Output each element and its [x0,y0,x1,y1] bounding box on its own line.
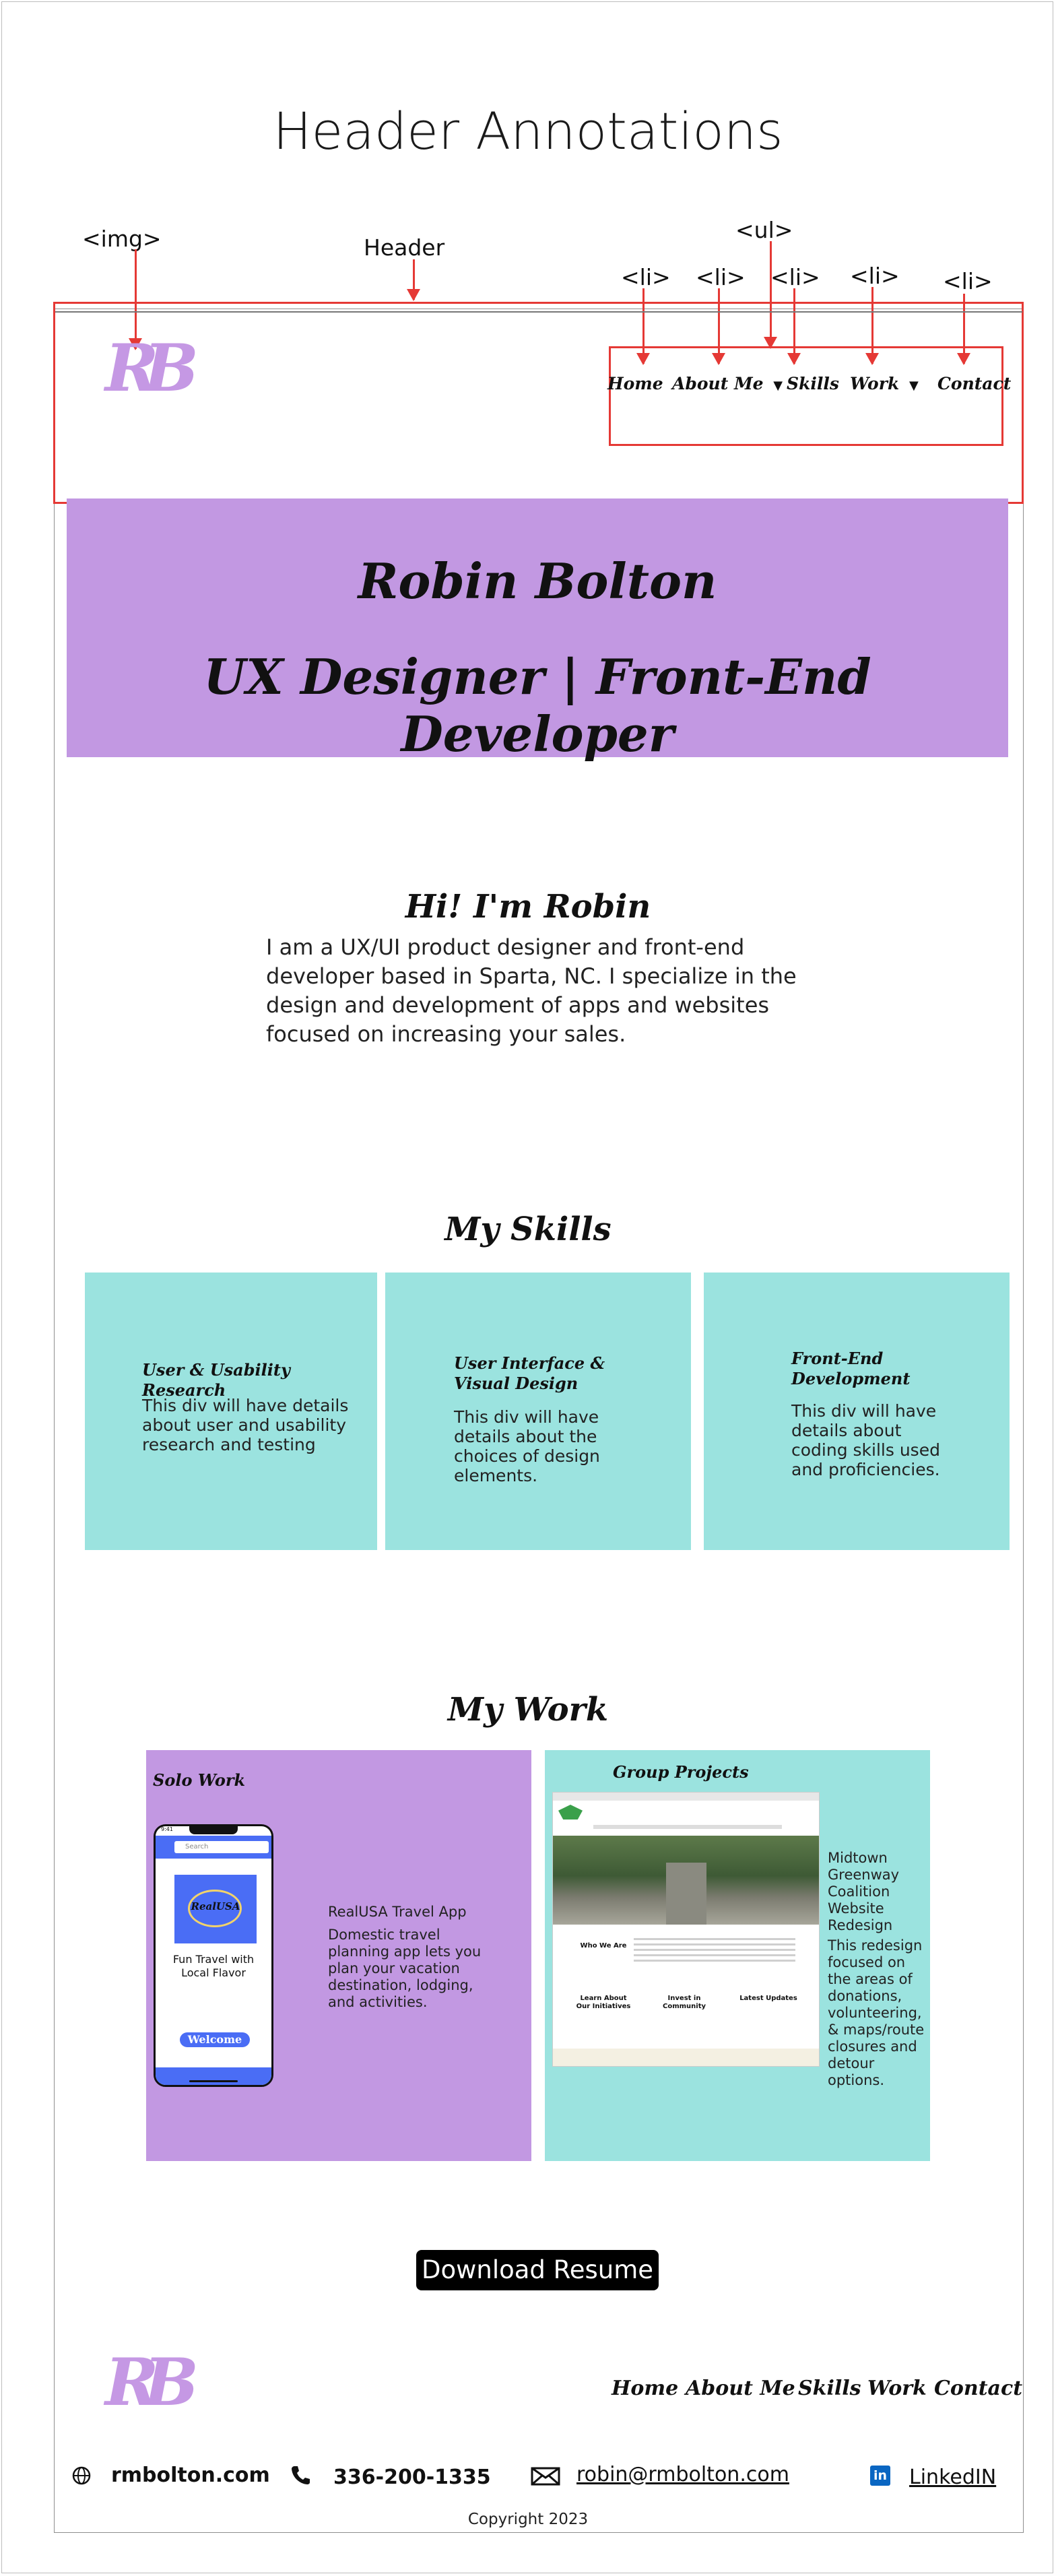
annotation-li-label: <li> [943,268,993,294]
phone-tagline: Fun Travel with Local Flavor [172,1953,255,1979]
download-resume-button[interactable]: Download Resume [416,2250,659,2290]
skill-card-visual-design: User Interface & Visual Design This div … [385,1273,691,1550]
annotation-li-label: <li> [696,264,746,290]
footer-logo[interactable]: RB [105,2344,199,2420]
envelope-icon [531,2467,560,2486]
group-project-title: Midtown Greenway Coalition Website Redes… [828,1850,900,1933]
site-updates: Latest Updates [739,1995,797,2002]
intro-heading: Hi! I'm Robin [405,888,651,926]
app-phone-mockup: 9:41 Search RealUSA Fun Travel with Loca… [154,1824,273,2087]
email-link[interactable]: robin@rmbolton.com [576,2463,789,2486]
site-initiatives: Learn About Our Initiatives [576,1995,631,2010]
phone-hero-image: RealUSA [174,1875,257,1943]
annotation-header-label: Header [364,234,445,261]
annotation-img-label: <img> [82,226,162,252]
phone-notch [189,1826,238,1834]
phone-search-placeholder: Search [185,1843,209,1850]
annotation-li-label: <li> [850,263,900,289]
footer-nav-about-me[interactable]: About Me [686,2377,795,2400]
solo-work-label: Solo Work [153,1770,246,1790]
nav-work-label: Work [850,374,900,393]
intro-text: I am a UX/UI product designer and front-… [266,934,797,1047]
skill-card-body: This div will have details about coding … [791,1401,940,1479]
footer-nav-home[interactable]: Home [612,2377,678,2400]
solo-project-title: RealUSA Travel App [328,1904,467,1920]
skill-card-body: This div will have details about user an… [142,1396,349,1454]
skills-heading: My Skills [444,1211,612,1248]
ul-annotation-box [609,346,1003,446]
linkedin-link[interactable]: LinkedIN [909,2466,996,2489]
copyright: Copyright 2023 [467,2511,589,2528]
group-project-description: This redesign focused on the areas of do… [828,1937,925,2088]
phone-bottom-bar [156,2067,271,2085]
footer-nav-skills[interactable]: Skills [798,2377,861,2400]
skill-card-title: User & Usability Research [142,1360,290,1400]
website-link[interactable]: rmbolton.com [111,2464,270,2487]
globe-icon [71,2466,92,2486]
site-logo [558,1805,583,1820]
annotation-arrow [407,259,420,301]
group-projects-label: Group Projects [613,1762,749,1782]
nav-work[interactable]: Work ▼ [850,374,919,393]
nav-about-me-label: About Me [672,374,764,393]
diagram-title: Header Annotations [273,101,783,161]
annotation-li-label: <li> [621,264,671,290]
footer-nav-contact[interactable]: Contact [934,2377,1022,2400]
skill-card-title: Front-End Development [791,1349,911,1388]
header-divider [55,311,1022,313]
phone-time: 9:41 [161,1826,173,1832]
chevron-down-icon: ▼ [909,379,919,393]
nav-skills[interactable]: Skills [787,374,839,393]
website-screenshot: Who We Are Learn About Our Initiatives I… [552,1792,820,2067]
skill-card-research: User & Usability Research This div will … [85,1273,377,1550]
skill-card-front-end: Front-End Development This div will have… [704,1273,1010,1550]
hero-banner: Robin Bolton UX Designer | Front-End Dev… [67,498,1008,763]
logo[interactable]: RB [105,330,199,406]
site-footer [553,2049,819,2066]
site-community: Invest in Community [662,1995,706,2010]
phone-welcome-button: Welcome [180,2032,250,2047]
skill-card-body: This div will have details about the cho… [454,1407,600,1485]
nav-about-me[interactable]: About Me ▼ [672,374,783,393]
footer-nav-work[interactable]: Work [867,2377,927,2400]
linkedin-icon: in [870,2466,890,2486]
nav-contact[interactable]: Contact [937,374,1011,393]
phone-app-logo: RealUSA [191,1900,240,1912]
phone-number[interactable]: 336-200-1335 [333,2466,491,2489]
phone-top-bar: Search [156,1836,271,1859]
skill-card-title: User Interface & Visual Design [454,1353,605,1393]
hero-role: UX Designer | Front-End Developer [203,648,871,763]
site-who-we-are: Who We Are [580,1942,627,1950]
work-heading: My Work [447,1691,609,1729]
annotation-li-label: <li> [770,264,820,290]
hero-name: Robin Bolton [358,552,717,610]
nav-home[interactable]: Home [607,374,663,393]
solo-project-description: Domestic travel planning app lets you pl… [328,1927,482,2010]
annotation-ul-label: <ul> [735,217,793,243]
chevron-down-icon: ▼ [773,379,783,393]
phone-icon [290,2464,311,2486]
site-hero-photo [553,1836,819,1925]
